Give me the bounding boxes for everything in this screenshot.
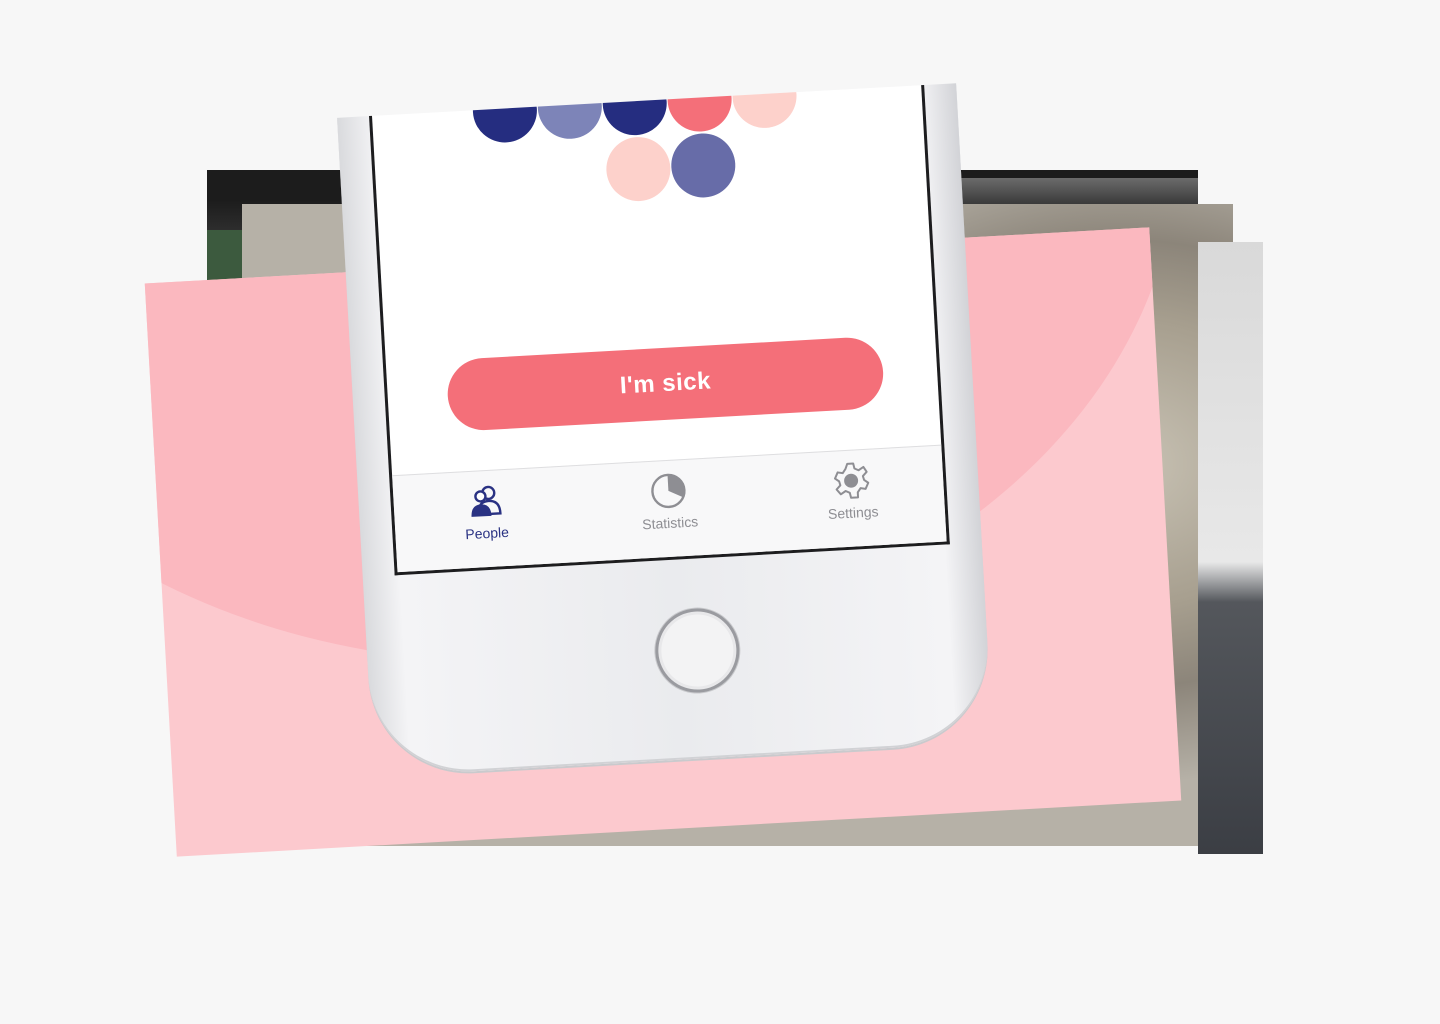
background-photo-edge [1198, 242, 1263, 854]
person-dot[interactable] [665, 84, 734, 134]
home-button[interactable] [653, 606, 742, 695]
person-dot[interactable] [730, 84, 799, 130]
app-showcase: I'm sick People Statistics Settings [0, 0, 1440, 1024]
phone-mockup: I'm sick People Statistics Settings [337, 83, 993, 777]
person-dot[interactable] [604, 135, 673, 203]
gear-icon [834, 462, 870, 499]
person-dot[interactable] [600, 84, 669, 137]
pie-chart-icon [651, 473, 686, 509]
tab-people[interactable]: People [392, 466, 581, 575]
people-icon [471, 485, 502, 517]
tab-statistics[interactable]: Statistics [575, 456, 764, 566]
person-dot[interactable] [471, 84, 539, 145]
tab-label: Statistics [641, 513, 699, 533]
phone-screen: I'm sick People Statistics Settings [369, 84, 950, 576]
tab-settings[interactable]: Settings [758, 446, 947, 556]
tab-label: People [464, 523, 510, 543]
im-sick-button[interactable]: I'm sick [445, 335, 886, 433]
person-dot[interactable] [536, 84, 604, 141]
tab-label: Settings [827, 503, 879, 523]
person-dot[interactable] [669, 131, 738, 200]
tab-bar: People Statistics Settings [392, 444, 947, 576]
